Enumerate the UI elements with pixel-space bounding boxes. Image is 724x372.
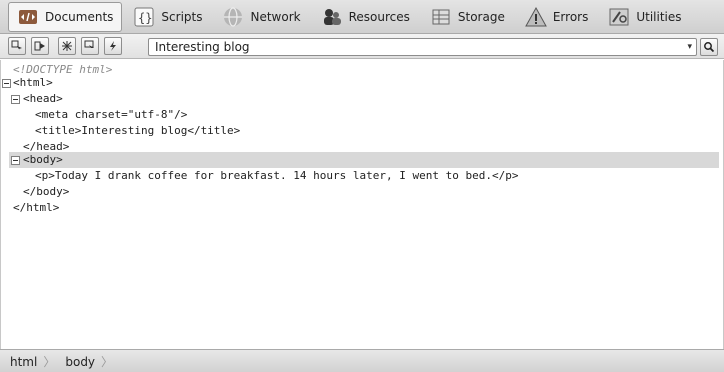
resources-icon bbox=[323, 8, 341, 25]
tree-node-title[interactable]: <title>Interesting blog</title> bbox=[35, 123, 240, 139]
select-element-button[interactable] bbox=[8, 37, 26, 55]
tab-network[interactable]: Network bbox=[213, 2, 309, 32]
select-element-icon bbox=[11, 40, 22, 51]
tree-node-body-close[interactable]: </body> bbox=[23, 184, 69, 200]
panel-tab-bar: Documents {} Scripts Network Resources S… bbox=[0, 0, 724, 34]
chevron-right-icon: 〉 bbox=[101, 354, 114, 369]
documents-icon bbox=[19, 9, 37, 24]
open-node-button[interactable] bbox=[31, 37, 49, 55]
spotlight-button[interactable] bbox=[58, 37, 76, 55]
refresh-icon bbox=[110, 41, 116, 51]
scripts-icon: {} bbox=[134, 7, 154, 26]
tab-storage[interactable]: Storage bbox=[421, 2, 514, 32]
dom-tree: <!DOCTYPE html> <html> <head> <meta char… bbox=[0, 60, 724, 349]
tree-node-body[interactable]: <body> bbox=[23, 152, 63, 168]
breadcrumb-item-body[interactable]: body 〉 bbox=[61, 353, 119, 370]
tab-scripts[interactable]: {} Scripts bbox=[124, 2, 211, 32]
breadcrumb-item-html[interactable]: html 〉 bbox=[6, 353, 61, 370]
collapse-html-icon[interactable] bbox=[2, 79, 11, 88]
tab-label: Network bbox=[250, 9, 301, 24]
tree-row-selected[interactable] bbox=[9, 152, 719, 168]
spotlight-icon bbox=[62, 41, 72, 51]
search-icon bbox=[704, 42, 715, 53]
errors-icon bbox=[524, 6, 547, 26]
collapse-head-icon[interactable] bbox=[11, 95, 20, 104]
tab-documents[interactable]: Documents bbox=[8, 1, 123, 32]
breadcrumb-label: html bbox=[10, 354, 38, 369]
storage-icon bbox=[432, 9, 450, 24]
collapse-body-icon[interactable] bbox=[11, 156, 20, 165]
search-button[interactable] bbox=[700, 38, 718, 56]
utilities-icon bbox=[609, 8, 629, 25]
chevron-down-icon: ▾ bbox=[687, 42, 692, 52]
tree-node-meta[interactable]: <meta charset="utf-8"/> bbox=[35, 107, 187, 123]
tab-label: Errors bbox=[552, 9, 589, 24]
tab-label: Storage bbox=[457, 9, 505, 24]
tab-utilities[interactable]: Utilities bbox=[599, 2, 690, 32]
chevron-right-icon: 〉 bbox=[43, 354, 56, 369]
refresh-button[interactable] bbox=[104, 37, 122, 55]
tab-errors[interactable]: Errors bbox=[516, 2, 598, 32]
network-icon bbox=[224, 6, 243, 27]
tree-node-head[interactable]: <head> bbox=[23, 91, 63, 107]
svg-text:{}: {} bbox=[138, 11, 152, 25]
pick-element-button[interactable] bbox=[81, 37, 99, 55]
breadcrumb: html 〉 body 〉 bbox=[0, 349, 724, 372]
tab-resources[interactable]: Resources bbox=[312, 2, 419, 32]
tab-label: Resources bbox=[348, 9, 410, 24]
document-select-value: Interesting blog bbox=[155, 40, 250, 54]
pick-icon bbox=[84, 40, 94, 51]
tree-node-html[interactable]: <html> bbox=[13, 75, 53, 91]
document-select[interactable]: Interesting blog ▾ bbox=[148, 38, 697, 56]
open-node-icon bbox=[34, 41, 45, 51]
breadcrumb-label: body bbox=[65, 354, 96, 369]
tab-label: Scripts bbox=[161, 9, 203, 24]
tab-label: Documents bbox=[45, 9, 114, 24]
tree-node-html-close[interactable]: </html> bbox=[13, 200, 59, 216]
tab-label: Utilities bbox=[636, 9, 682, 24]
tree-node-p[interactable]: <p>Today I drank coffee for breakfast. 1… bbox=[35, 168, 518, 184]
